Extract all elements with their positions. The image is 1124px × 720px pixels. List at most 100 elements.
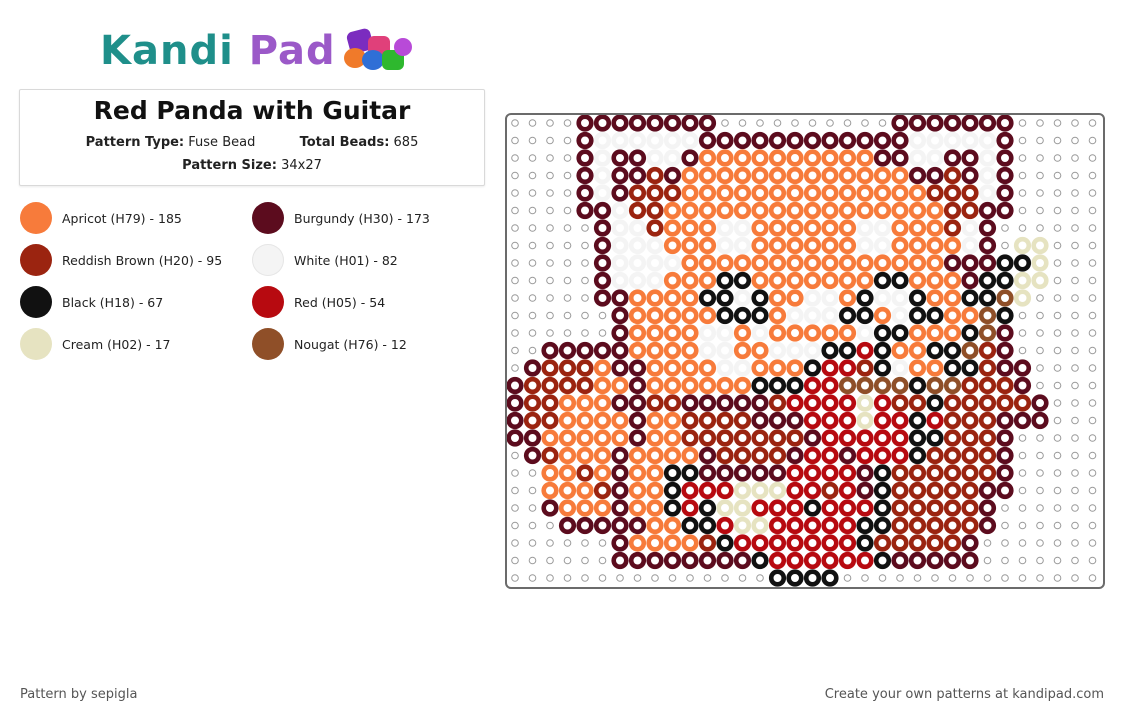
empty-peg (1071, 504, 1079, 512)
bead (593, 236, 612, 255)
bead (628, 551, 647, 570)
bead (803, 359, 822, 377)
bead (908, 481, 927, 500)
bead (646, 429, 664, 447)
bead (751, 271, 769, 290)
create-patterns-link[interactable]: Create your own patterns at kandipad.com (825, 687, 1104, 702)
kandi-pad-logo[interactable]: Kandi Pad (100, 26, 422, 76)
bead (751, 446, 769, 465)
bead (978, 341, 997, 360)
empty-peg (1001, 539, 1009, 547)
bead (1031, 411, 1049, 430)
bead (856, 201, 874, 220)
empty-peg (1053, 224, 1062, 232)
bead (838, 201, 857, 220)
empty-peg (1071, 136, 1079, 145)
bead (786, 464, 804, 482)
bead (943, 341, 962, 360)
bead (611, 166, 629, 185)
bead (926, 324, 944, 342)
bead (978, 289, 997, 307)
bead (733, 131, 752, 150)
empty-peg (1071, 381, 1079, 390)
bead (873, 236, 892, 255)
bead (943, 376, 962, 395)
bead (996, 359, 1014, 377)
bead-pegboard[interactable] (505, 113, 1105, 589)
empty-peg (1018, 206, 1027, 215)
bead (611, 359, 629, 377)
bead (961, 376, 979, 395)
bead (908, 201, 927, 220)
bead (611, 534, 629, 552)
bead (856, 516, 874, 535)
bead (681, 394, 699, 412)
bead (681, 429, 699, 447)
bead (751, 131, 769, 150)
empty-peg (581, 539, 589, 547)
bead (926, 254, 944, 272)
empty-peg (528, 276, 537, 285)
bead (961, 201, 979, 220)
bead (663, 184, 682, 202)
bead (541, 411, 559, 430)
bead (646, 236, 664, 255)
empty-peg (1071, 451, 1079, 460)
bead (838, 166, 857, 185)
bead (908, 516, 927, 535)
bead (786, 131, 804, 150)
empty-peg (1018, 329, 1027, 337)
bead (856, 341, 874, 360)
bead (926, 499, 944, 517)
empty-peg (528, 556, 537, 565)
empty-peg (581, 241, 589, 250)
empty-peg (651, 574, 659, 582)
empty-peg (808, 119, 817, 127)
bead (838, 254, 857, 272)
bead (576, 446, 594, 465)
bead (803, 394, 822, 412)
bead (908, 464, 927, 482)
bead (891, 271, 909, 290)
empty-peg (1036, 574, 1044, 582)
bead (873, 201, 892, 220)
bead (576, 341, 594, 360)
empty-peg (1053, 539, 1062, 547)
bead (576, 411, 594, 430)
bead (523, 359, 542, 377)
empty-peg (633, 574, 642, 582)
empty-peg (581, 259, 589, 267)
empty-peg (913, 574, 922, 582)
bead (541, 394, 559, 412)
bead (751, 324, 769, 342)
pattern-credit[interactable]: Pattern by sepigla (20, 687, 137, 702)
bead (891, 394, 909, 412)
bead (908, 149, 927, 167)
bead (576, 499, 594, 517)
empty-peg (1071, 364, 1079, 372)
bead (558, 394, 577, 412)
empty-peg (1036, 119, 1044, 127)
empty-peg (1018, 136, 1027, 145)
bead (751, 236, 769, 255)
bead (838, 306, 857, 325)
bead (576, 376, 594, 395)
bead (1013, 289, 1032, 307)
bead (646, 201, 664, 220)
empty-peg (1071, 189, 1079, 197)
bead (873, 184, 892, 202)
empty-peg (581, 294, 589, 302)
bead (891, 446, 909, 465)
bead (733, 306, 752, 325)
empty-peg (1088, 399, 1097, 407)
bead (856, 289, 874, 307)
empty-peg (546, 521, 554, 530)
bead (593, 166, 612, 185)
bead (873, 464, 892, 482)
bead (978, 464, 997, 482)
empty-peg (546, 259, 554, 267)
empty-peg (1036, 136, 1044, 145)
bead (926, 184, 944, 202)
bead (716, 411, 734, 430)
bead (891, 464, 909, 482)
